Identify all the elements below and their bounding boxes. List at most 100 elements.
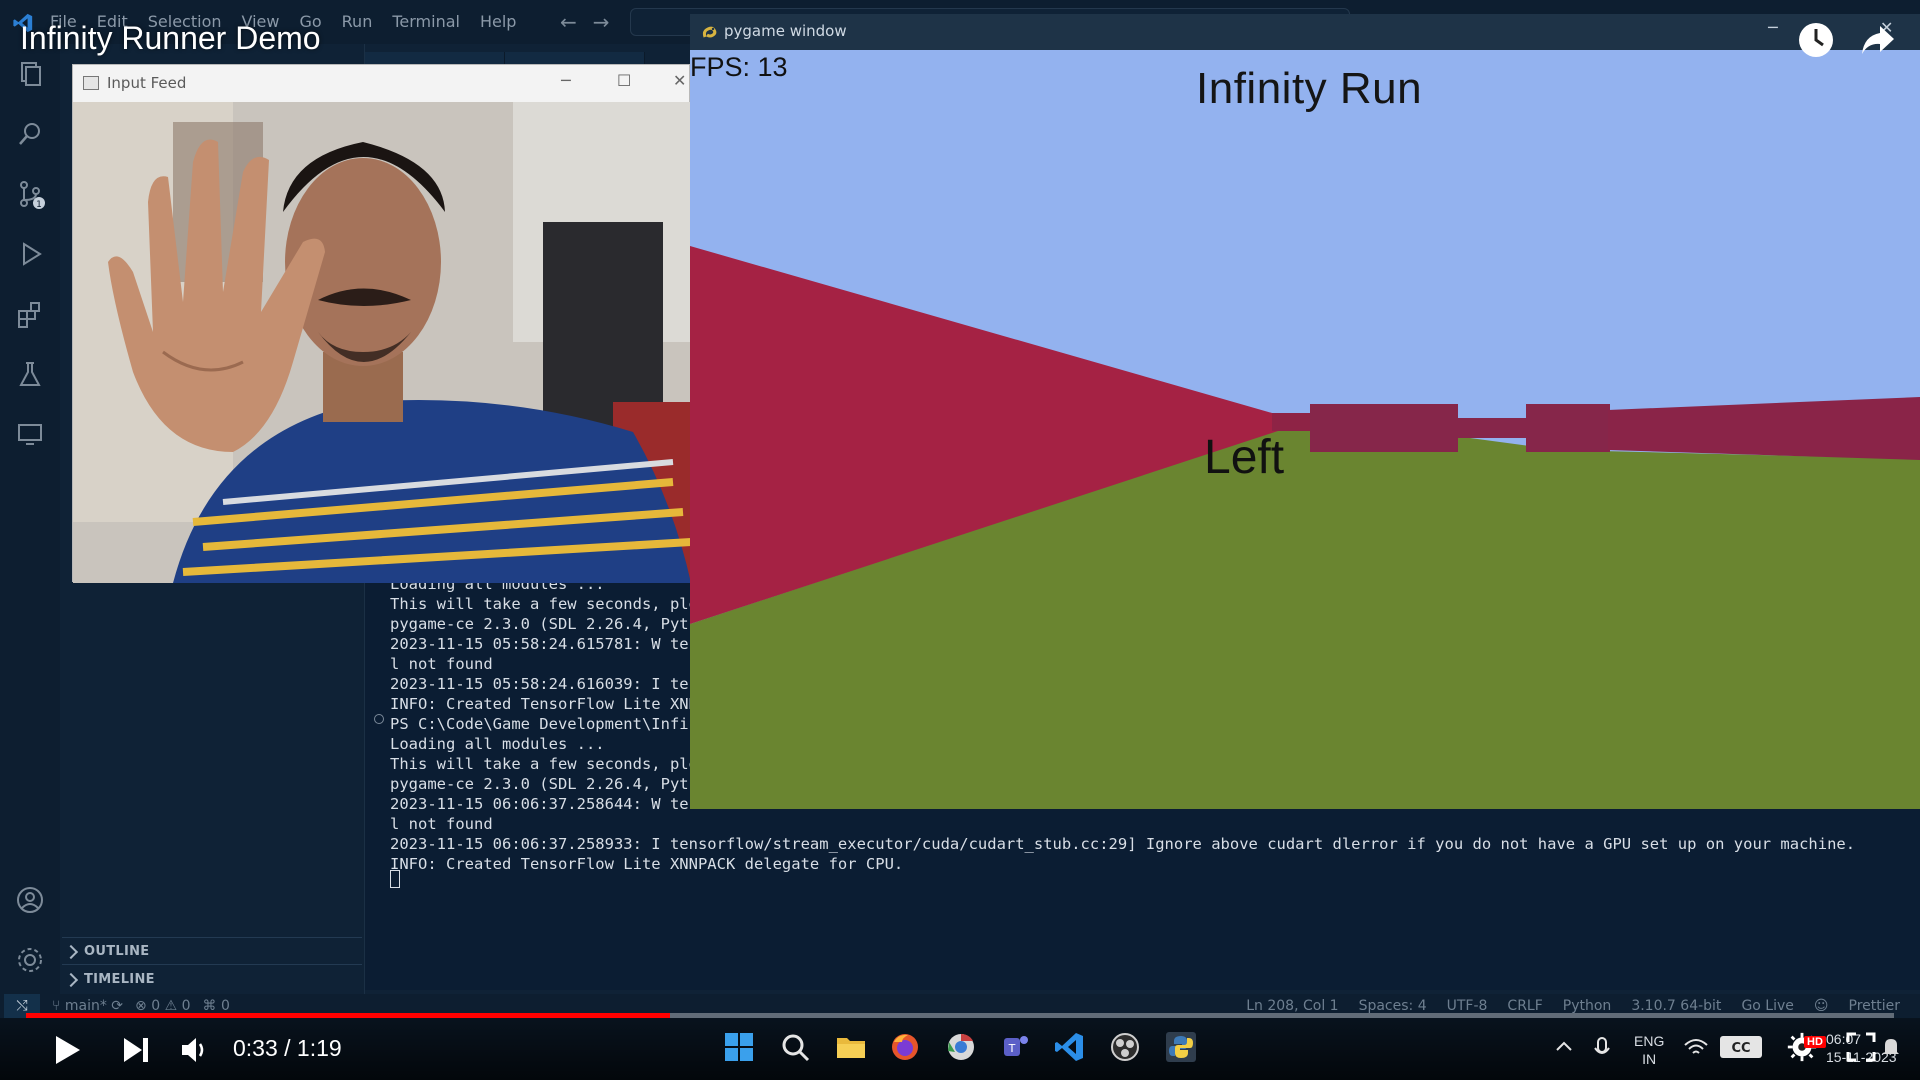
sidebar-divider (62, 964, 362, 965)
gesture-direction-label: Left (1204, 431, 1285, 484)
indentation[interactable]: Spaces: 4 (1359, 998, 1427, 1014)
svg-text:CC: CC (1731, 1041, 1750, 1056)
pygame-window-title: pygame window (724, 22, 847, 40)
maximize-icon[interactable]: ☐ (617, 71, 631, 90)
chevron-right-icon (63, 944, 79, 959)
remote-explorer-icon[interactable] (14, 418, 46, 450)
terminal-line: pygame-ce 2.3.0 (SDL 2.26.4, Pytho (390, 615, 708, 633)
branch-status[interactable]: ⑂ main* ⟳ (52, 998, 123, 1014)
chevron-up-icon[interactable] (1552, 1030, 1576, 1064)
outline-section[interactable]: OUTLINE (63, 944, 149, 959)
clock-icon[interactable] (1796, 20, 1836, 60)
terminal-line: INFO: Created TensorFlow Lite XNN (390, 695, 698, 713)
copilot-icon[interactable]: ☺ (1814, 998, 1829, 1014)
video-title[interactable]: Infinity Runner Demo (20, 20, 321, 57)
terminal-line: PS C:\Code\Game Development\Infin (390, 715, 698, 733)
terminal-line: Loading all modules ... (390, 735, 605, 753)
vscode-icon[interactable] (1052, 1030, 1086, 1064)
region-code: IN (1642, 1051, 1657, 1067)
close-icon[interactable]: ✕ (673, 71, 686, 90)
forward-arrow-icon[interactable]: → (593, 10, 610, 34)
activity-bar: 1 (0, 44, 60, 994)
terminal-command-marker[interactable] (374, 714, 384, 724)
error-count: 0 (151, 998, 161, 1014)
problems-status[interactable]: ⊗ 0 ⚠ 0 (135, 998, 190, 1014)
wifi-icon[interactable] (1682, 1030, 1710, 1064)
scm-badge: 1 (36, 200, 42, 210)
terminal-line: This will take a few seconds, ple (390, 755, 698, 773)
minimize-icon[interactable]: ─ (1768, 18, 1778, 37)
accounts-icon[interactable] (14, 884, 46, 916)
extensions-icon[interactable] (14, 298, 46, 330)
terminal-line: This will take a few seconds, ple (390, 595, 698, 613)
obs-icon[interactable] (1108, 1030, 1142, 1064)
go-live[interactable]: Go Live (1741, 998, 1793, 1014)
microphone-icon[interactable] (1590, 1030, 1614, 1064)
chevron-right-icon (63, 972, 79, 987)
closed-captions-icon[interactable]: CC (1716, 1030, 1766, 1064)
volume-icon[interactable] (174, 1030, 214, 1070)
cursor-position[interactable]: Ln 208, Col 1 (1246, 998, 1338, 1014)
python-interpreter[interactable]: 3.10.7 64-bit (1631, 998, 1721, 1014)
hd-quality-badge: HD (1804, 1036, 1826, 1048)
encoding[interactable]: UTF-8 (1447, 998, 1488, 1014)
terminal-line: 2023-11-15 06:06:37.258933: I tensorflow… (390, 835, 1856, 853)
line-ending[interactable]: CRLF (1507, 998, 1542, 1014)
game-scene (690, 50, 1920, 809)
terminal-line: INFO: Created TensorFlow Lite XNNPACK de… (390, 855, 904, 873)
video-player[interactable]: File Edit Selection View Go Run Terminal… (0, 0, 1920, 1080)
python-snake-icon (702, 26, 717, 38)
pygame-titlebar[interactable]: pygame window ─ ✕ (690, 14, 1920, 50)
language-mode[interactable]: Python (1563, 998, 1612, 1014)
testing-flask-icon[interactable] (14, 358, 46, 390)
windows-start-icon[interactable] (722, 1030, 756, 1064)
language-indicator[interactable]: ENG IN (1634, 1032, 1664, 1068)
pygame-window[interactable]: pygame window ─ ✕ (690, 14, 1920, 809)
terminal-line: pygame-ce 2.3.0 (SDL 2.26.4, Pytho (390, 775, 708, 793)
python-icon[interactable] (1164, 1030, 1198, 1064)
warning-count: 0 (181, 998, 191, 1014)
run-debug-icon[interactable] (14, 238, 46, 270)
explorer-icon[interactable] (14, 58, 46, 90)
distant-wall (1458, 418, 1530, 438)
game-title: Infinity Run (1196, 64, 1423, 113)
terminal-line: 2023-11-15 05:58:24.616039: I ten (390, 675, 698, 693)
teams-icon[interactable]: T (998, 1030, 1032, 1064)
language-code: ENG (1634, 1033, 1665, 1049)
menu-terminal[interactable]: Terminal (392, 12, 460, 31)
timeline-label: TIMELINE (84, 972, 155, 987)
ports-count: 0 (220, 998, 230, 1014)
search-sidebar-icon[interactable] (14, 118, 46, 150)
share-icon[interactable] (1858, 20, 1898, 60)
terminal-line: 2023-11-15 05:58:24.615781: W ten (390, 635, 698, 653)
chrome-icon[interactable] (944, 1030, 978, 1064)
vscode-nav-arrows: ← → (560, 10, 610, 34)
ports-status[interactable]: ⌘ 0 (203, 998, 230, 1014)
input-feed-window[interactable]: Input Feed ─ ☐ ✕ (72, 64, 691, 583)
source-control-icon[interactable]: 1 (14, 178, 46, 210)
prettier[interactable]: Prettier (1849, 998, 1901, 1014)
sidebar-divider (62, 937, 362, 938)
window-app-icon (83, 76, 99, 90)
menu-run[interactable]: Run (342, 12, 373, 31)
file-explorer-icon[interactable] (834, 1030, 868, 1064)
fps-counter: FPS: 13 (690, 52, 788, 82)
menu-help[interactable]: Help (480, 12, 516, 31)
search-icon[interactable] (778, 1030, 812, 1064)
timeline-section[interactable]: TIMELINE (63, 972, 155, 987)
progress-bar-played (26, 1013, 670, 1018)
back-arrow-icon[interactable]: ← (560, 10, 577, 34)
play-icon[interactable] (46, 1030, 86, 1070)
minimize-icon[interactable]: ─ (561, 71, 571, 90)
notification-bell-icon[interactable] (1880, 1030, 1902, 1064)
skip-next-icon[interactable] (116, 1030, 156, 1070)
firefox-icon[interactable] (888, 1030, 922, 1064)
terminal-line: l not found (390, 815, 493, 833)
settings-gear-icon[interactable] (14, 944, 46, 976)
input-feed-title: Input Feed (107, 74, 187, 92)
input-feed-titlebar[interactable]: Input Feed ─ ☐ ✕ (73, 65, 689, 102)
fullscreen-icon[interactable] (1844, 1030, 1878, 1064)
time-display: 0:33 / 1:19 (233, 1035, 342, 1061)
distant-wall (1272, 413, 1312, 431)
terminal-line: l not found (390, 655, 493, 673)
